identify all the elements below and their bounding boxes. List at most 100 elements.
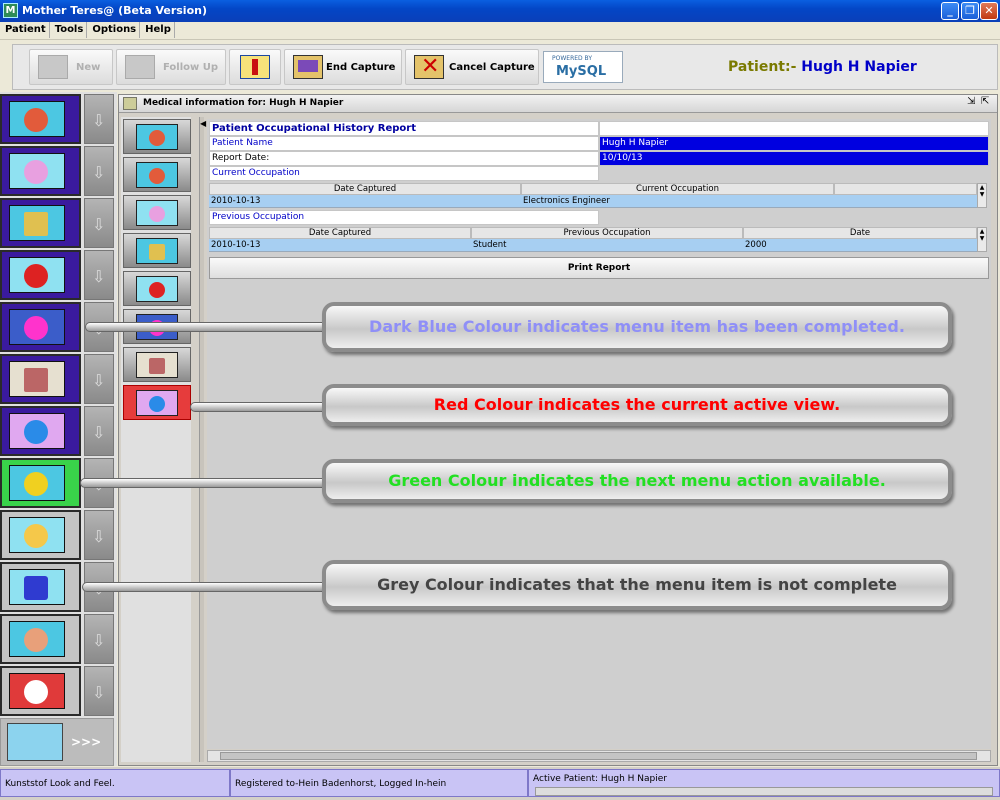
scroll-thumb[interactable] — [220, 752, 977, 760]
report-date-label: Report Date: — [209, 151, 599, 166]
doctor-icon — [136, 124, 178, 150]
menu-bar: Patient Tools Options Help — [0, 22, 1000, 40]
previous-col-occupation[interactable]: Previous Occupation — [471, 227, 743, 239]
mysql-logo: POWERED BY MySQL — [543, 51, 623, 83]
callout-arrow-red — [190, 402, 335, 412]
previous-col-date[interactable]: Date Captured — [209, 227, 471, 239]
body-icon — [9, 153, 65, 189]
sidebar-item-occupation[interactable] — [0, 406, 81, 456]
info-button[interactable] — [229, 49, 281, 85]
sidebar-arrow-9[interactable]: ⇩ — [84, 510, 114, 560]
family-icon — [9, 309, 65, 345]
callout-dark-blue: Dark Blue Colour indicates menu item has… — [322, 302, 952, 352]
sidebar-item-doctor[interactable] — [0, 94, 81, 144]
sidebar-arrow-2[interactable]: ⇩ — [84, 146, 114, 196]
mysql-powered-text: POWERED BY — [552, 55, 593, 62]
frame-title: Medical information for: Hugh H Napier — [143, 98, 344, 108]
body-icon — [136, 200, 178, 226]
patient-header-name: Hugh H Napier — [801, 59, 917, 75]
table-row[interactable]: 2010-10-13 Student 2000 — [209, 239, 977, 252]
maximize-frame-icon[interactable]: ⇱ — [981, 96, 989, 107]
restore-button[interactable]: ❐ — [961, 2, 979, 20]
end-capture-button[interactable]: End Capture — [284, 49, 402, 85]
status-look-and-feel: Kunststof Look and Feel. — [0, 769, 230, 797]
inner-nav-occupation-active[interactable] — [123, 385, 191, 420]
current-col-empty — [834, 183, 977, 195]
current-col-occupation[interactable]: Current Occupation — [521, 183, 834, 195]
follow-up-button-label: Follow Up — [163, 62, 219, 73]
sidebar-item-bed[interactable] — [0, 198, 81, 248]
sidebar-arrow-4[interactable]: ⇩ — [84, 250, 114, 300]
frame-icon — [123, 97, 137, 110]
new-button-label: New — [76, 62, 101, 73]
sidebar-item-exam[interactable] — [0, 666, 81, 716]
sidebar-arrow-12[interactable]: ⇩ — [84, 666, 114, 716]
patient-header: Patient:- Hugh H Napier — [728, 59, 917, 75]
patient-header-label: Patient:- — [728, 59, 797, 75]
horizontal-scrollbar[interactable] — [207, 750, 991, 762]
current-col-date[interactable]: Date Captured — [209, 183, 521, 195]
menu-help[interactable]: Help — [140, 22, 175, 38]
sidebar-arrow-7[interactable]: ⇩ — [84, 406, 114, 456]
robot-icon — [136, 390, 178, 416]
sidebar-arrow-11[interactable]: ⇩ — [84, 614, 114, 664]
report-title: Patient Occupational History Report — [209, 121, 599, 136]
menu-options[interactable]: Options — [87, 22, 141, 38]
previous-col-year[interactable]: Date — [743, 227, 977, 239]
app-icon: M — [3, 3, 18, 18]
menu-patient[interactable]: Patient — [0, 22, 50, 38]
sidebar-item-body[interactable] — [0, 146, 81, 196]
new-button[interactable]: New — [29, 49, 113, 85]
sidebar-item-yarn[interactable] — [0, 250, 81, 300]
sidebar-arrow-1[interactable]: ⇩ — [84, 94, 114, 144]
close-button[interactable]: ✕ — [980, 2, 998, 20]
collapse-arrow-icon[interactable]: ◀ — [200, 119, 206, 128]
splitter[interactable] — [199, 117, 204, 762]
report-date-value: 10/10/13 — [599, 151, 989, 166]
cancel-capture-button[interactable]: ✕ Cancel Capture — [405, 49, 539, 85]
cancel-capture-icon: ✕ — [414, 54, 444, 79]
sidebar-arrow-3[interactable]: ⇩ — [84, 198, 114, 248]
plane-icon — [9, 465, 65, 501]
sidebar-item-family[interactable] — [0, 302, 81, 352]
previous-table-scrollbar[interactable]: ▲ ▼ — [977, 227, 987, 252]
book-icon — [125, 55, 155, 79]
doctor-icon — [9, 101, 65, 137]
report-panel: Patient Occupational History Report Pati… — [207, 119, 991, 749]
minimize-frame-icon[interactable]: ⇲ — [967, 96, 975, 107]
patient-name-value: Hugh H Napier — [599, 136, 989, 151]
sidebar-arrow-6[interactable]: ⇩ — [84, 354, 114, 404]
doctor-icon — [136, 162, 178, 188]
house-icon — [136, 352, 178, 378]
down-arrow-icon: ⇩ — [92, 215, 106, 234]
sidebar-item-travel[interactable] — [0, 458, 81, 508]
window-title: Mother Teres@ (Beta Version) — [22, 4, 207, 17]
bed-icon — [9, 205, 65, 241]
table-row[interactable]: 2010-10-13 Electronics Engineer — [209, 195, 977, 208]
follow-up-button[interactable]: Follow Up — [116, 49, 226, 85]
toolbar: New Follow Up End Capture ✕ Cancel Captu… — [12, 44, 998, 90]
frame-title-bar: Medical information for: Hugh H Napier ⇲… — [119, 95, 997, 113]
yarn-icon — [136, 276, 178, 302]
book-icon — [38, 55, 68, 79]
sidebar-item-skin[interactable] — [0, 510, 81, 560]
sidebar-item-car[interactable] — [0, 562, 81, 612]
current-table-scrollbar[interactable]: ▲ ▼ — [977, 183, 987, 208]
inner-nav-doctor[interactable] — [123, 119, 191, 154]
sidebar-item-sick[interactable] — [0, 614, 81, 664]
menu-tools[interactable]: Tools — [50, 22, 88, 38]
inner-nav-social[interactable] — [123, 347, 191, 382]
callout-red: Red Colour indicates the current active … — [322, 384, 952, 426]
status-scrollbar[interactable] — [535, 787, 993, 796]
sidebar-more-button[interactable]: >>> — [0, 718, 114, 766]
print-report-button[interactable]: Print Report — [209, 257, 989, 279]
down-arrow-icon: ⇩ — [92, 631, 106, 650]
sidebar-item-social[interactable] — [0, 354, 81, 404]
inner-nav-bed[interactable] — [123, 233, 191, 268]
down-arrow-icon: ⇩ — [92, 163, 106, 182]
down-arrow-icon: ⇩ — [92, 111, 106, 130]
inner-nav-yarn[interactable] — [123, 271, 191, 306]
inner-nav-doctor-2[interactable] — [123, 157, 191, 192]
inner-nav-body[interactable] — [123, 195, 191, 230]
minimize-button[interactable]: _ — [941, 2, 959, 20]
